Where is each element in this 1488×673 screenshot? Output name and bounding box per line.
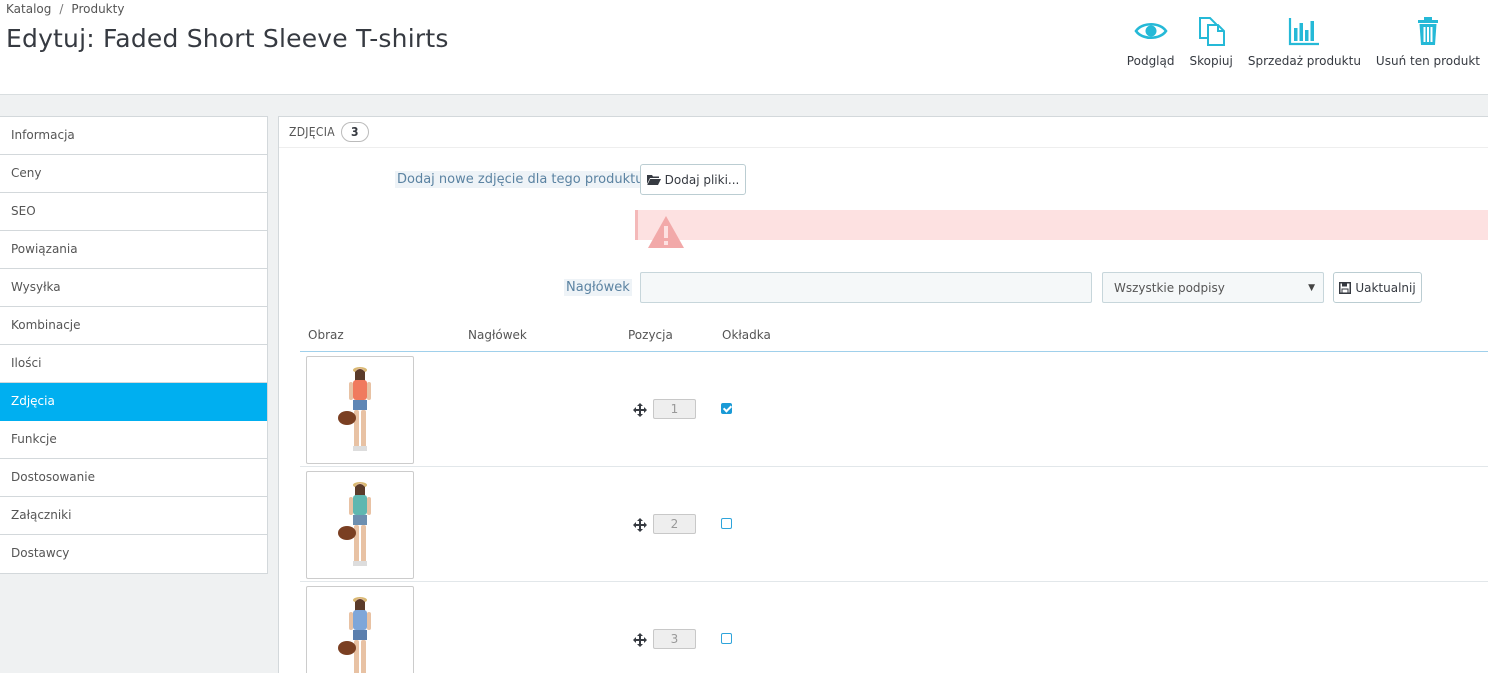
update-button[interactable]: Uaktualnij — [1333, 272, 1422, 303]
preview-button[interactable]: Podgląd — [1127, 14, 1175, 68]
delete-label: Usuń ten produkt — [1375, 54, 1480, 68]
panel-heading: ZDJĘCIA 3 — [279, 117, 1488, 148]
eye-icon — [1134, 22, 1168, 40]
copy-icon — [1199, 17, 1226, 46]
col-image: Obraz — [308, 328, 344, 342]
cover-checkbox[interactable] — [721, 403, 732, 414]
table-row: 2 — [300, 467, 1488, 582]
breadcrumb-separator: / — [59, 2, 64, 16]
toolbar: Podgląd Skopiuj Sprzedaż produktu Usuń t… — [1112, 14, 1480, 68]
add-image-label: Dodaj nowe zdjęcie dla tego produktu — [395, 171, 646, 188]
col-position: Pozycja — [628, 328, 673, 342]
cover-checkbox[interactable] — [721, 633, 732, 644]
duplicate-button[interactable]: Skopiuj — [1190, 14, 1233, 68]
caption-select-value: Wszystkie podpisy — [1114, 281, 1225, 295]
drag-move-icon[interactable] — [633, 633, 647, 647]
save-icon — [1339, 281, 1352, 294]
image-count-badge: 3 — [340, 122, 369, 142]
warning-icon — [648, 216, 684, 248]
add-files-button[interactable]: Dodaj pliki... — [640, 164, 746, 195]
col-caption: Nagłówek — [468, 328, 527, 342]
table-row: 1 — [300, 352, 1488, 467]
model-photo — [338, 597, 371, 673]
duplicate-label: Skopiuj — [1189, 54, 1233, 68]
sales-label: Sprzedaż produktu — [1247, 54, 1361, 68]
sidebar-item-funkcje[interactable]: Funkcje — [0, 421, 267, 459]
product-image-thumbnail[interactable] — [306, 471, 414, 579]
table-header: Obraz Nagłówek Pozycja Okładka — [300, 323, 1488, 352]
sidebar-item-ceny[interactable]: Ceny — [0, 155, 267, 193]
error-alert — [635, 210, 1488, 248]
sidebar-item-informacja[interactable]: Informacja — [0, 117, 267, 155]
select-caret-icon: ▼ — [1308, 283, 1315, 293]
sidebar-item-seo[interactable]: SEO — [0, 193, 267, 231]
sidebar-item-zdjecia[interactable]: Zdjęcia — [0, 383, 267, 421]
images-panel: ZDJĘCIA 3 Dodaj nowe zdjęcie dla tego pr… — [278, 116, 1488, 673]
breadcrumb-catalog[interactable]: Katalog — [6, 2, 51, 16]
add-files-label: Dodaj pliki... — [664, 172, 740, 187]
bar-chart-icon — [1289, 18, 1320, 46]
product-tabs-sidebar: Informacja Ceny SEO Powiązania Wysyłka K… — [0, 116, 268, 574]
caption-input[interactable] — [640, 272, 1092, 303]
page-title: Edytuj: Faded Short Sleeve T-shirts — [6, 24, 449, 53]
position-input[interactable]: 1 — [653, 399, 696, 419]
drag-move-icon[interactable] — [633, 403, 647, 417]
trash-icon — [1417, 17, 1438, 45]
sidebar-item-powiazania[interactable]: Powiązania — [0, 231, 267, 269]
col-cover: Okładka — [722, 328, 771, 342]
position-input[interactable]: 3 — [653, 629, 696, 649]
folder-open-icon — [646, 175, 661, 185]
caption-language-select[interactable]: Wszystkie podpisy ▼ — [1102, 272, 1324, 303]
sidebar-item-dostosowanie[interactable]: Dostosowanie — [0, 459, 267, 497]
breadcrumb-products[interactable]: Produkty — [71, 2, 124, 16]
model-photo — [338, 367, 371, 451]
product-image-thumbnail[interactable] — [306, 586, 414, 673]
update-label: Uaktualnij — [1355, 280, 1416, 295]
sidebar-item-dostawcy[interactable]: Dostawcy — [0, 535, 267, 573]
cover-checkbox[interactable] — [721, 518, 732, 529]
sidebar-item-ilosci[interactable]: Ilości — [0, 345, 267, 383]
position-input[interactable]: 2 — [653, 514, 696, 534]
sales-button[interactable]: Sprzedaż produktu — [1248, 14, 1361, 68]
breadcrumb: Katalog / Produkty — [6, 2, 124, 16]
delete-product-button[interactable]: Usuń ten produkt — [1376, 14, 1480, 68]
sidebar-item-wysylka[interactable]: Wysyłka — [0, 269, 267, 307]
drag-move-icon[interactable] — [633, 518, 647, 532]
caption-label: Nagłówek — [564, 279, 632, 296]
product-image-thumbnail[interactable] — [306, 356, 414, 464]
sidebar-item-zalaczniki[interactable]: Załączniki — [0, 497, 267, 535]
table-row: 3 — [300, 582, 1488, 673]
preview-label: Podgląd — [1126, 54, 1175, 68]
page-header: Katalog / Produkty Edytuj: Faded Short Sle… — [0, 0, 1488, 95]
model-photo — [338, 482, 371, 566]
sidebar-item-kombinacje[interactable]: Kombinacje — [0, 307, 267, 345]
panel-title: ZDJĘCIA — [289, 125, 335, 139]
images-table: Obraz Nagłówek Pozycja Okładka 1 2 3 — [300, 323, 1488, 673]
